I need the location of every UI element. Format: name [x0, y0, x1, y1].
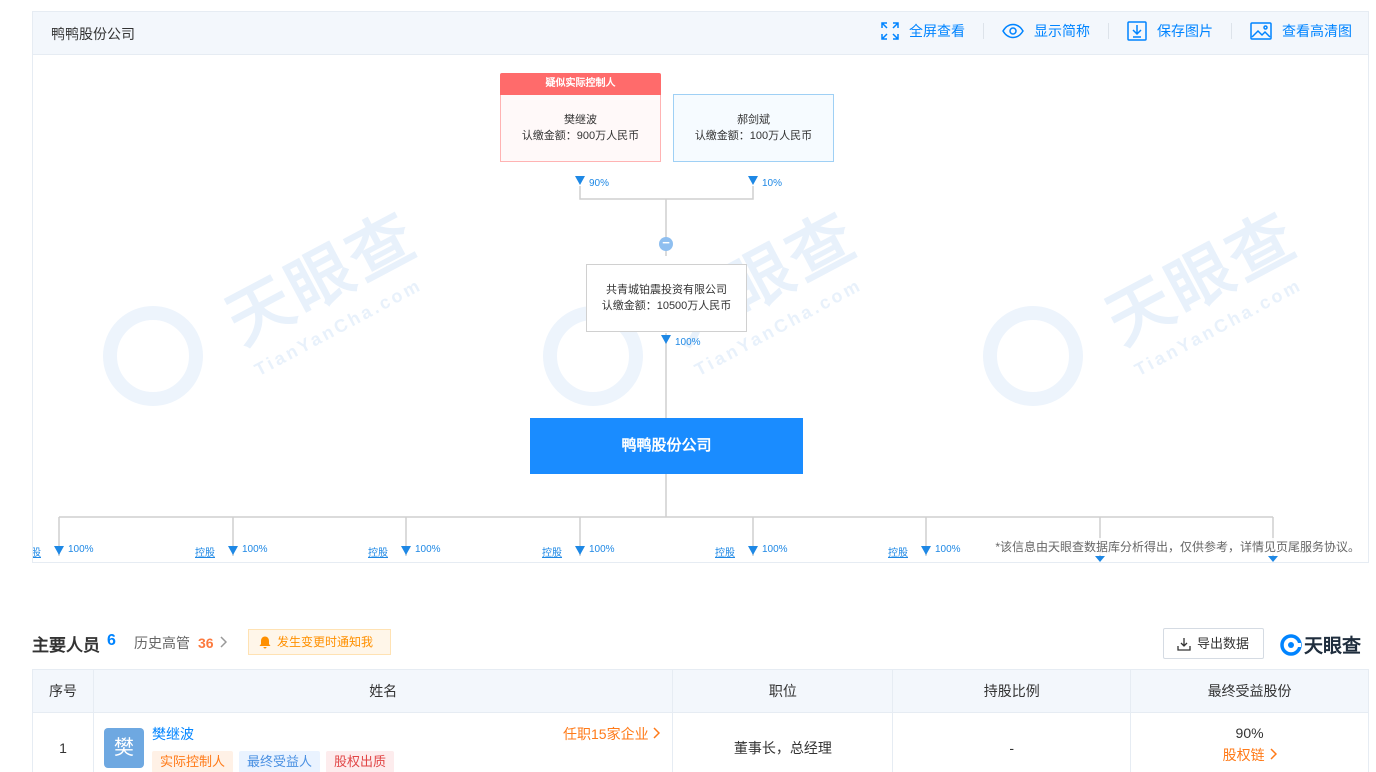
tianyancha-logo: 天眼查 [1280, 631, 1361, 658]
name-cell: 樊 樊继波 任职15家企业 实际控制人 最终受益人 股权出质 [92, 712, 674, 772]
row-index: 1 [32, 712, 94, 772]
collapse-icon[interactable]: − [659, 236, 673, 251]
subsidiary-percent: 100% [762, 544, 788, 555]
history-count: 36 [198, 635, 214, 651]
download-icon [1127, 21, 1147, 41]
person-name-link[interactable]: 樊继波 [152, 724, 194, 744]
history-executives-link[interactable]: 历史高管 36 [134, 633, 228, 653]
subsidiary-percent: 100% [415, 544, 441, 555]
image-icon [1250, 22, 1272, 40]
notify-button[interactable]: 发生变更时通知我 [248, 629, 391, 655]
control-tag: 控股 [715, 548, 735, 559]
shareholder-amount: 认缴金额：900万人民币 [521, 130, 640, 142]
chevron-right-icon [1269, 747, 1277, 760]
holding-cell: - [892, 712, 1132, 772]
column-header: 职位 [672, 669, 894, 713]
arrow-down-icon [661, 335, 671, 344]
tag-beneficial-owner[interactable]: 最终受益人 [238, 751, 320, 772]
position-cell: 董事长，总经理 [672, 712, 894, 772]
arrow-down-icon [228, 546, 238, 555]
subsidiary-percent: 100% [589, 544, 615, 555]
view-hd-label: 查看高清图 [1282, 23, 1352, 39]
arrow-down-icon [748, 546, 758, 555]
parent-company-name: 共青城铂震投资有限公司 [606, 284, 727, 296]
chart-toolbar: 全屏查看 显示简称 保存图片 查看高清图 [881, 21, 1352, 41]
shareholder-amount: 认缴金额：100万人民币 [694, 130, 813, 142]
show-abbreviation-button[interactable]: 显示简称 [1002, 21, 1090, 41]
column-header: 最终受益股份 [1130, 669, 1369, 713]
view-hd-button[interactable]: 查看高清图 [1250, 21, 1352, 41]
eye-icon [1002, 23, 1024, 39]
logo-text: 天眼查 [1304, 636, 1362, 657]
column-header: 姓名 [92, 669, 674, 713]
export-data-button[interactable]: 导出数据 [1163, 628, 1264, 659]
equity-chain-link[interactable]: 股权链 [1131, 745, 1368, 765]
history-label: 历史高管 [134, 635, 190, 651]
shareholder-name: 郝剑斌 [737, 114, 770, 126]
parent-company-card[interactable]: 共青城铂震投资有限公司 认缴金额：10500万人民币 [586, 264, 747, 332]
holding-percent: 100% [675, 337, 701, 348]
shareholder-card[interactable]: 疑似实际控制人 樊继波 认缴金额：900万人民币 [500, 73, 661, 162]
fullscreen-icon [881, 22, 899, 40]
control-tag: 控股 [195, 548, 215, 559]
tag-equity-pledge[interactable]: 股权出质 [325, 751, 394, 772]
control-tag: 控股 [542, 548, 562, 559]
jobs-link[interactable]: 任职15家企业 [563, 724, 661, 744]
ubo-value: 90% [1235, 724, 1264, 741]
fullscreen-button[interactable]: 全屏查看 [881, 21, 965, 41]
control-tag: 控股 [368, 548, 388, 559]
save-image-label: 保存图片 [1157, 23, 1213, 39]
avatar[interactable]: 樊 [103, 728, 144, 768]
tag-actual-controller[interactable]: 实际控制人 [151, 751, 233, 772]
equity-chart[interactable]: 天眼查 TianYanCha.com 天眼查 TianYanCha.com 天眼… [33, 56, 1368, 562]
subsidiary-percent: 100% [935, 544, 961, 555]
arrow-down-icon [575, 546, 585, 555]
panel-header: 鸭鸭股份公司 全屏查看 显示简称 保存图片 查看高清图 [33, 12, 1368, 55]
holding-percent: 10% [762, 178, 783, 189]
control-tag: 控股 [888, 548, 908, 559]
people-count: 6 [107, 632, 116, 649]
show-abbreviation-label: 显示简称 [1034, 23, 1090, 39]
ubo-cell: 90% 股权链 [1130, 712, 1369, 772]
section-title: 主要人员 [32, 636, 100, 655]
brand-logo-icon [1280, 633, 1302, 656]
arrow-down-icon [575, 176, 585, 185]
arrow-down-icon [54, 546, 64, 555]
arrow-down-icon [1095, 556, 1105, 562]
arrow-down-icon [401, 546, 411, 555]
disclaimer-text: *该信息由天眼查数据库分析得出，仅供参考，详情见页尾服务协议。 [995, 538, 1360, 555]
chevron-right-icon [653, 727, 661, 739]
column-header: 序号 [32, 669, 94, 713]
control-tag: 控股 [33, 544, 41, 559]
panel-title: 鸭鸭股份公司 [51, 26, 135, 42]
table-row: 1 樊 樊继波 任职15家企业 实际控制人 最终受益人 股权出质 董事长，总经理… [32, 712, 1369, 772]
toolbar-divider [1108, 23, 1109, 39]
notify-label: 发生变更时通知我 [277, 635, 374, 649]
parent-company-amount: 认缴金额：10500万人民币 [601, 300, 732, 312]
table-header-row: 序号 姓名 职位 持股比例 最终受益股份 [32, 669, 1369, 713]
fullscreen-label: 全屏查看 [909, 23, 965, 39]
subsidiary-percent: 100% [242, 544, 268, 555]
bell-icon [259, 636, 271, 649]
toolbar-divider [983, 23, 984, 39]
arrow-down-icon [921, 546, 931, 555]
export-label: 导出数据 [1197, 636, 1250, 651]
key-people-table: 序号 姓名 职位 持股比例 最终受益股份 1 樊 樊继波 任职15家企业 实际控… [32, 669, 1369, 772]
toolbar-divider [1231, 23, 1232, 39]
arrow-down-icon [1268, 556, 1278, 562]
main-company-node[interactable]: 鸭鸭股份公司 [530, 418, 803, 474]
person-tags: 实际控制人 最终受益人 股权出质 [151, 751, 400, 772]
jobs-label: 任职15家企业 [563, 726, 649, 742]
shareholder-name: 樊继波 [564, 114, 597, 126]
subsidiary-percent: 100% [68, 544, 94, 555]
save-image-button[interactable]: 保存图片 [1127, 21, 1213, 41]
holding-percent: 90% [589, 178, 610, 189]
chevron-right-icon [220, 636, 228, 648]
suspected-controller-badge: 疑似实际控制人 [500, 73, 661, 95]
arrow-down-icon [748, 176, 758, 185]
shareholder-card[interactable]: 郝剑斌 认缴金额：100万人民币 [673, 94, 834, 162]
export-icon [1177, 638, 1191, 651]
column-header: 持股比例 [892, 669, 1132, 713]
equity-structure-panel: 鸭鸭股份公司 全屏查看 显示简称 保存图片 查看高清图 天眼查 TianYanC… [32, 11, 1369, 563]
